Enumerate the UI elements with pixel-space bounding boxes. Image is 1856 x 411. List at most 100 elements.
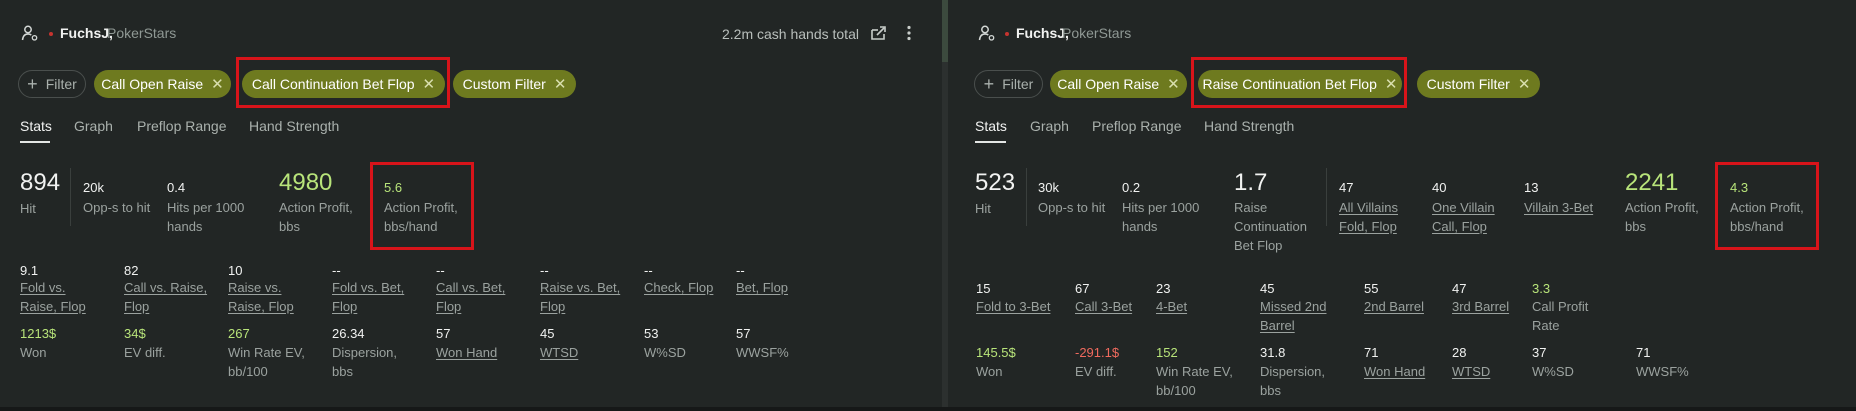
user-settings-icon[interactable] [978, 24, 996, 42]
stat-separator [70, 168, 71, 226]
stat-link[interactable]: WTSD [1452, 362, 1490, 381]
stat-value: 20k [83, 180, 104, 195]
filter-chip[interactable]: Call Open Raise ✕ [94, 70, 231, 98]
stat-value: 1.7 [1234, 169, 1268, 196]
stat-link[interactable]: Villain 3-Bet [1524, 198, 1593, 217]
stat-link[interactable]: Raise vs. Raise, Flop [228, 278, 294, 316]
stat-value: 37 [1532, 345, 1547, 360]
close-icon[interactable]: ✕ [1518, 77, 1531, 92]
stat-link[interactable]: Missed 2nd Barrel [1260, 297, 1326, 335]
status-dot [1005, 32, 1009, 36]
stat-link[interactable]: Fold to 3-Bet [976, 297, 1050, 316]
stat-label: Action Profit, bbs [1625, 200, 1699, 234]
more-vertical-icon[interactable] [900, 24, 918, 42]
close-icon[interactable]: ✕ [211, 77, 224, 92]
stat-value: 67 [1075, 281, 1090, 296]
close-icon[interactable]: ✕ [1167, 77, 1180, 92]
bottom-strip [0, 407, 1856, 411]
user-settings-icon[interactable] [21, 24, 39, 42]
stat-link[interactable]: Call vs. Bet, Flop [436, 278, 505, 316]
stat-label: WWSF% [1636, 364, 1689, 379]
add-filter-button[interactable]: + Filter [18, 70, 86, 98]
tab-stats[interactable]: Stats [20, 118, 52, 134]
stat-link[interactable]: WTSD [540, 343, 578, 362]
stat-link[interactable]: Call 3-Bet [1075, 297, 1132, 316]
filter-chip[interactable]: Custom Filter ✕ [1417, 70, 1540, 98]
stat-value: 2241 [1625, 169, 1679, 196]
stat-label: Win Rate EV, bb/100 [228, 345, 305, 379]
stat-link[interactable]: One Villain Call, Flop [1432, 198, 1495, 236]
tab-hand-strength[interactable]: Hand Strength [1204, 118, 1294, 134]
stat-link[interactable]: 4-Bet [1156, 297, 1187, 316]
stat-label: EV diff. [1075, 364, 1117, 379]
stat-label: Call Profit Rate [1532, 299, 1589, 333]
stat-value: -- [540, 263, 549, 278]
username: FuchsJ, [60, 25, 113, 41]
stat-value: 45 [1260, 281, 1275, 296]
active-tab-underline [975, 141, 1006, 143]
share-icon[interactable] [869, 24, 887, 42]
stat-label: WWSF% [736, 345, 789, 360]
stat-value: 1213$ [20, 326, 57, 341]
stat-link[interactable]: Raise vs. Bet, Flop [540, 278, 620, 316]
stat-label: Won [20, 345, 47, 360]
stat-value: 82 [124, 263, 139, 278]
stat-value: 28 [1452, 345, 1467, 360]
stat-value: -291.1$ [1075, 345, 1120, 360]
stat-value: -- [644, 263, 653, 278]
stat-link[interactable]: Fold vs. Bet, Flop [332, 278, 404, 316]
stat-label: EV diff. [124, 345, 166, 360]
site-name: PokerStars [107, 25, 177, 41]
stat-link[interactable]: All Villains Fold, Flop [1339, 198, 1398, 236]
highlight-box [370, 162, 474, 250]
stat-value: 9.1 [20, 263, 39, 278]
stat-value: 0.4 [167, 180, 186, 195]
stat-link[interactable]: 3rd Barrel [1452, 297, 1509, 316]
stat-value: 152 [1156, 345, 1178, 360]
right-report-panel: FuchsJ, PokerStars + Filter Call Open Ra… [948, 0, 1856, 407]
tab-preflop-range[interactable]: Preflop Range [1092, 118, 1182, 134]
stat-link[interactable]: 2nd Barrel [1364, 297, 1424, 316]
stat-value: 10 [228, 263, 243, 278]
tab-graph[interactable]: Graph [74, 118, 113, 134]
stat-label: Hit [975, 201, 991, 216]
stat-link[interactable]: Won Hand [1364, 362, 1425, 381]
stat-value: 145.5$ [976, 345, 1016, 360]
filter-chip[interactable]: Custom Filter ✕ [453, 70, 576, 98]
stat-label: Action Profit, bbs [279, 200, 353, 234]
stat-label: Opp-s to hit [1038, 200, 1106, 215]
stat-separator [1026, 168, 1027, 226]
close-icon[interactable]: ✕ [554, 77, 567, 92]
tab-graph[interactable]: Graph [1030, 118, 1069, 134]
tab-stats[interactable]: Stats [975, 118, 1007, 134]
stat-label: Hit [20, 201, 36, 216]
stat-value: 15 [976, 281, 991, 296]
stat-value: 30k [1038, 180, 1059, 195]
stat-value: -- [332, 263, 341, 278]
stat-value: 55 [1364, 281, 1379, 296]
tab-preflop-range[interactable]: Preflop Range [137, 118, 227, 134]
stat-value: 894 [20, 169, 61, 196]
username: FuchsJ, [1016, 25, 1069, 41]
stat-value: -- [436, 263, 445, 278]
stat-value: 53 [644, 326, 659, 341]
stat-label: Opp-s to hit [83, 200, 151, 215]
filter-chip[interactable]: Call Open Raise ✕ [1050, 70, 1187, 98]
stat-link[interactable]: Fold vs. Raise, Flop [20, 278, 86, 316]
tab-hand-strength[interactable]: Hand Strength [249, 118, 339, 134]
stat-link[interactable]: Won Hand [436, 343, 497, 362]
stat-value: 47 [1339, 180, 1354, 195]
plus-icon: + [983, 74, 995, 94]
stat-link[interactable]: Bet, Flop [736, 278, 788, 297]
stat-value: 0.2 [1122, 180, 1141, 195]
stat-link[interactable]: Check, Flop [644, 278, 713, 297]
stat-value: 26.34 [332, 326, 365, 341]
stat-value: 71 [1364, 345, 1379, 360]
stat-label: Raise Continuation Bet Flop [1234, 200, 1307, 253]
stat-label: Dispersion, bbs [1260, 364, 1326, 398]
add-filter-button[interactable]: + Filter [974, 70, 1043, 98]
stat-value: 13 [1524, 180, 1539, 195]
site-name: PokerStars [1062, 25, 1132, 41]
stat-separator [1326, 168, 1327, 226]
stat-link[interactable]: Call vs. Raise, Flop [124, 278, 207, 316]
